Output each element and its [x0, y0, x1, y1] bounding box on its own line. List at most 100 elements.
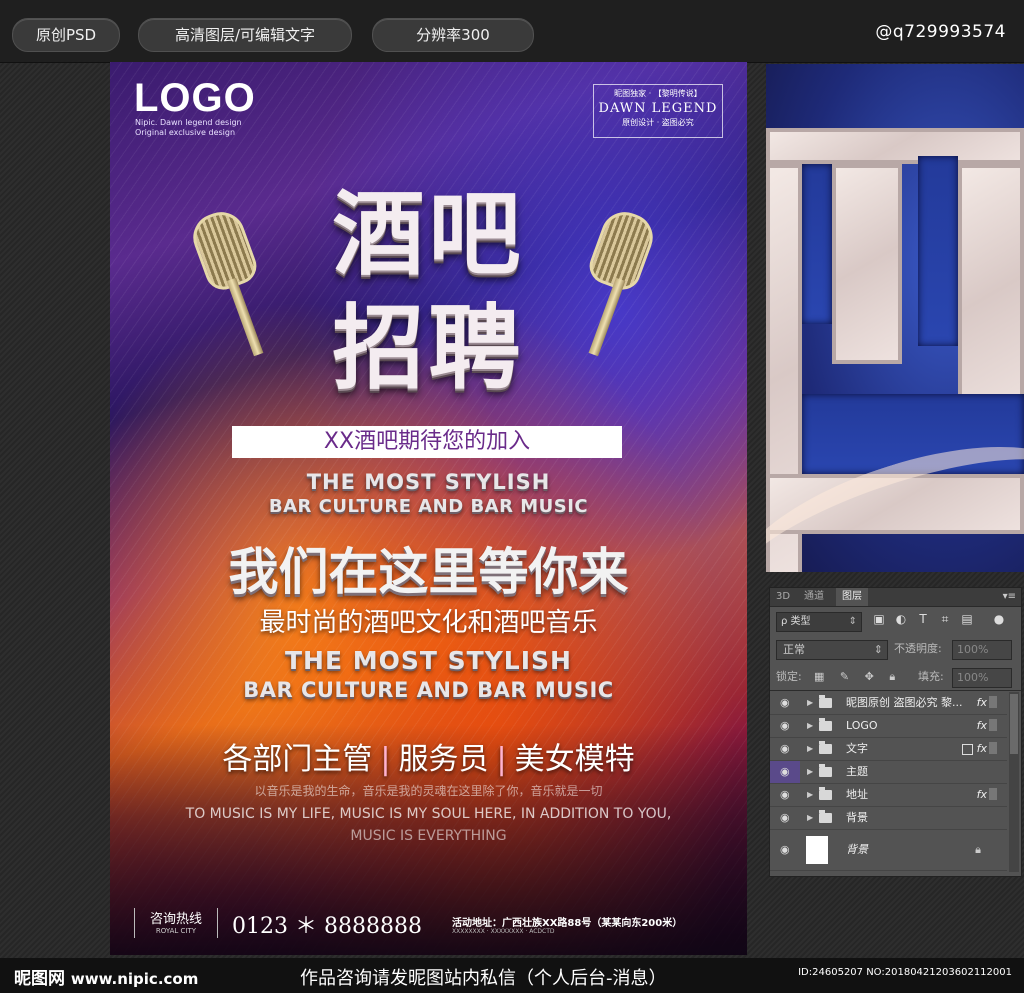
filter-adjustment-icon[interactable]: ◐ — [894, 612, 908, 626]
layer-name: 主题 — [846, 765, 868, 778]
fx-icon[interactable]: fx — [977, 784, 987, 806]
fx-icon[interactable]: fx — [977, 715, 987, 737]
layer-name: 地址 — [846, 788, 868, 801]
folder-icon — [819, 787, 832, 800]
scrollbar-thumb[interactable] — [1010, 694, 1018, 754]
layers-panel: 3D 通道 图层 ▾≡ ρ 类型 ⇕ ▣ ◐ T ⌗ ▤ ● 正常 ⇕ 不透明度: … — [769, 587, 1022, 877]
layer-row[interactable]: ◉ ▶ LOGO fx — [770, 715, 1007, 738]
badge-brand: DAWN LEGEND — [598, 101, 718, 116]
logo-sub-line: Original exclusive design — [135, 128, 236, 137]
expand-arrow-icon[interactable]: ▶ — [807, 784, 813, 806]
brand-name: 昵图网 — [14, 969, 65, 989]
expand-arrow-icon[interactable]: ▶ — [807, 692, 813, 714]
tab-3d[interactable]: 3D — [770, 588, 796, 606]
filter-type-icon[interactable]: T — [916, 612, 930, 626]
folder-icon — [819, 718, 832, 731]
eye-icon[interactable]: ◉ — [780, 692, 790, 714]
eye-icon[interactable]: ◉ — [780, 761, 790, 783]
background-layer-row[interactable]: ◉ 背景 🔒︎ — [770, 830, 1007, 871]
eye-icon[interactable]: ◉ — [780, 784, 790, 806]
layer-name: 文字 — [846, 742, 868, 755]
zoomed-detail-preview — [766, 64, 1024, 572]
brand-url[interactable]: www.nipic.com — [71, 970, 198, 988]
fx-icon[interactable]: fx — [977, 738, 987, 760]
layer-effects-toggle[interactable] — [989, 742, 997, 754]
small-chinese-text: 以音乐是我的生命，音乐是我的灵魂在这里除了你，音乐就是一切 — [254, 784, 603, 798]
small-english-text-1: TO MUSIC IS MY LIFE, MUSIC IS MY SOUL HE… — [185, 806, 672, 822]
opacity-input[interactable]: 100% — [952, 640, 1012, 660]
hotline-block: 咨询热线 ROYAL CITY — [134, 908, 218, 938]
lock-icons[interactable]: ▦ ✎ ✥ 🔒︎ — [814, 668, 901, 686]
lock-label: 锁定: — [776, 670, 802, 683]
site-brand: 昵图网 www.nipic.com — [14, 964, 198, 989]
tab-channels[interactable]: 通道 — [798, 588, 830, 606]
layer-row[interactable]: ◉ ▶ 主题 — [770, 761, 1007, 784]
expand-arrow-icon[interactable]: ▶ — [807, 761, 813, 783]
filter-shape-icon[interactable]: ⌗ — [938, 612, 952, 626]
logo-sub-line: Nipic. Dawn legend design — [135, 118, 242, 127]
expand-arrow-icon[interactable]: ▶ — [807, 738, 813, 760]
psd-tag: 原创PSD — [12, 18, 120, 52]
detail-stroke — [958, 164, 1024, 424]
expand-arrow-icon[interactable]: ▶ — [807, 715, 813, 737]
layer-row[interactable]: ◉ ▶ 背景 — [770, 807, 1007, 830]
detail-hole — [802, 164, 832, 324]
folder-icon — [819, 695, 832, 708]
panel-menu-icon[interactable]: ▾≡ — [1003, 588, 1016, 606]
role-item: 各部门主管 — [222, 742, 373, 777]
english-line-4: BAR CULTURE AND BAR MUSIC — [243, 678, 614, 702]
poster-title-line2: 招聘 — [332, 295, 525, 402]
english-line-1: THE MOST STYLISH — [306, 470, 551, 494]
chinese-subheadline: 最时尚的酒吧文化和酒吧音乐 — [259, 608, 598, 638]
filter-kind-select[interactable]: ρ 类型 ⇕ — [776, 612, 862, 632]
layer-effects-toggle[interactable] — [989, 719, 997, 731]
layer-row[interactable]: ◉ ▶ 地址 fx — [770, 784, 1007, 807]
layer-name: 背景 — [846, 843, 868, 856]
filter-pixel-icon[interactable]: ▣ — [872, 612, 886, 626]
folder-icon — [819, 741, 832, 754]
chevron-down-icon: ⇕ — [848, 616, 857, 627]
layers-scrollbar[interactable] — [1009, 692, 1019, 872]
layer-row[interactable]: ◉ ▶ 昵图原创 盗图必究 黎... fx — [770, 692, 1007, 715]
fx-icon[interactable]: fx — [977, 692, 987, 714]
address-text: 活动地址：广西壮族XX路88号（某某向东200米） — [452, 918, 683, 929]
layer-name: 背景 — [846, 811, 868, 824]
poster-banner: XX酒吧期待您的加入 — [232, 426, 622, 458]
fill-input[interactable]: 100% — [952, 668, 1012, 688]
tab-layers[interactable]: 图层 — [836, 588, 868, 606]
job-roles: 各部门主管 | 服务员 | 美女模特 — [110, 734, 747, 778]
filter-toggle-icon[interactable]: ● — [992, 612, 1006, 626]
filter-kind-label: 类型 — [790, 616, 811, 627]
layer-name: LOGO — [846, 719, 878, 732]
english-line-3: THE MOST STYLISH — [285, 646, 572, 675]
phone-number: 0123 ＊ 8888888 — [232, 914, 422, 939]
poster-logo: LOGO — [134, 76, 256, 120]
fill-label: 填充: — [918, 670, 944, 683]
layer-effects-toggle[interactable] — [989, 696, 997, 708]
expand-arrow-icon[interactable]: ▶ — [807, 807, 813, 829]
image-id: ID:24605207 NO:20180421203602112001 — [798, 967, 1012, 978]
lock-icon: 🔒︎ — [975, 843, 981, 856]
layer-row[interactable]: ◉ ▶ 文字 fx — [770, 738, 1007, 761]
layer-name: 昵图原创 盗图必究 黎... — [846, 696, 963, 709]
eye-icon[interactable]: ◉ — [780, 715, 790, 737]
eye-icon[interactable]: ◉ — [780, 807, 790, 829]
bottom-bar: 昵图网 www.nipic.com 作品咨询请发昵图站内私信（个人后台-消息） … — [0, 958, 1024, 993]
layer-effects-toggle[interactable] — [989, 788, 997, 800]
hotline-label: 咨询热线 — [149, 912, 202, 927]
role-separator: | — [380, 742, 391, 777]
blend-mode-select[interactable]: 正常 ⇕ — [776, 640, 888, 660]
eye-icon[interactable]: ◉ — [780, 738, 790, 760]
chevron-down-icon: ⇕ — [873, 643, 883, 656]
eye-icon[interactable]: ◉ — [780, 830, 790, 870]
poster-preview: LOGO Nipic. Dawn legend design Original … — [110, 62, 747, 955]
blend-mode-label: 正常 — [783, 643, 805, 656]
layers-tag: 高清图层/可编辑文字 — [138, 18, 352, 52]
dawn-legend-badge: 昵图独家 · 【黎明传说】 DAWN LEGEND 原创设计 · 盗图必究 — [593, 84, 723, 138]
folder-icon — [819, 764, 832, 777]
layer-mask-icon[interactable] — [962, 744, 973, 755]
detail-stroke — [832, 164, 902, 364]
badge-top: 昵图独家 · 【黎明传说】 — [614, 89, 702, 98]
panel-tabs: 3D 通道 图层 ▾≡ — [770, 588, 1021, 607]
filter-smart-object-icon[interactable]: ▤ — [960, 612, 974, 626]
